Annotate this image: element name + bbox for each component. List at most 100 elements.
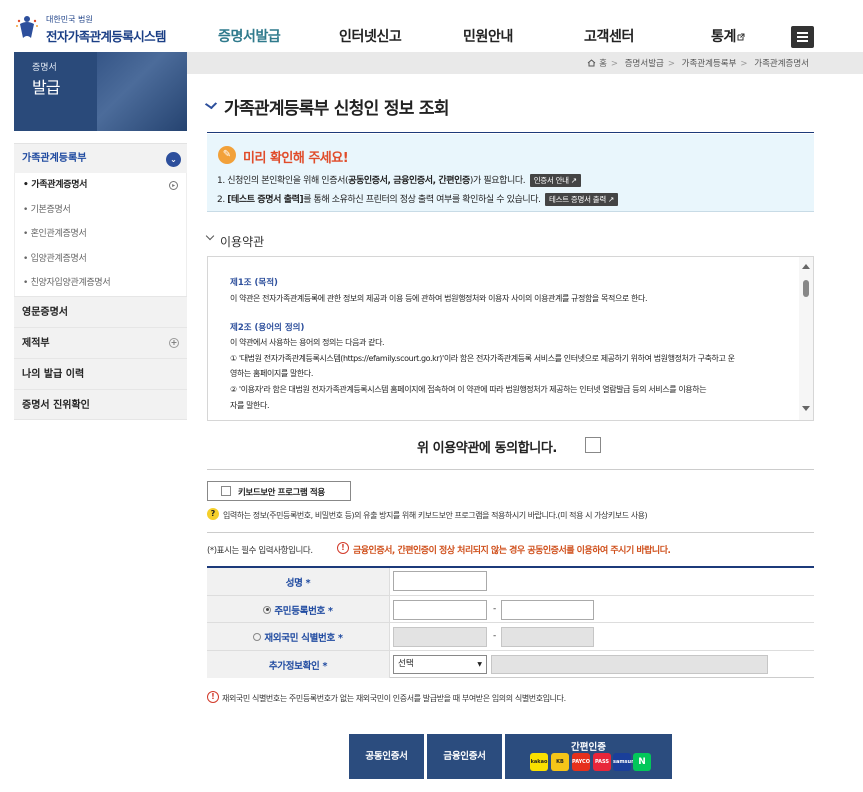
form-label-cell: 성명 *: [207, 568, 390, 595]
nav-internet-report[interactable]: 인터넷신고: [339, 26, 402, 46]
sidebar-item-label: 입양관계증명서: [30, 253, 87, 264]
breadcrumb-certificate[interactable]: 증명서발급: [625, 59, 664, 69]
terms-article2-title: 제2조 (용어의 정의): [230, 323, 305, 333]
payco-icon: PAYCO: [572, 753, 590, 771]
divider: [207, 469, 814, 470]
court-logo-icon: [16, 16, 38, 38]
title-divider: [207, 132, 814, 133]
menu-button[interactable]: [791, 26, 814, 48]
hamburger-icon: [797, 32, 808, 34]
hamburger-icon-bar: [797, 40, 808, 42]
required-star: *: [305, 578, 311, 589]
scroll-down-icon[interactable]: [802, 406, 810, 411]
foreign-id-back-input: [501, 627, 594, 647]
extra-info-input: [491, 654, 768, 674]
banner-texture: [97, 52, 187, 131]
sidebar-group-family-register[interactable]: 가족관계등록부 ⌄: [14, 143, 187, 173]
rrn-radio[interactable]: [263, 605, 272, 614]
agree-checkbox[interactable]: [585, 437, 601, 453]
sidebar-item-family-relation[interactable]: • 가족관계증명서 ▸: [15, 173, 186, 198]
sidebar-item-removed-register[interactable]: 제적부 +: [14, 326, 187, 358]
naver-icon: N: [633, 753, 651, 771]
sidebar-item-label: 증명서 진위확인: [22, 399, 90, 411]
divider: [207, 532, 814, 533]
test-print-label: 테스트 증명서 출력: [549, 195, 606, 204]
pass-icon: PASS: [593, 753, 611, 771]
form-row-foreign-id: 재외국민 식별번호 * -: [207, 623, 814, 651]
sidebar-item-english[interactable]: 영문증명서: [14, 295, 187, 327]
kakao-icon: kakao: [530, 753, 548, 771]
section-marker-icon: [205, 231, 215, 241]
extra-info-select-value: 선택: [398, 658, 414, 669]
form-label-cell: 재외국민 식별번호 *: [207, 623, 390, 650]
foreign-id-note: 재외국민 식별번호는 주민등록번호가 없는 재외국민이 인증서를 발급받을 때 …: [222, 694, 566, 703]
banner-line1: 증명서: [32, 63, 57, 73]
title-marker-icon: [204, 98, 218, 110]
joint-certificate-button[interactable]: 공동인증서: [349, 734, 424, 779]
scroll-thumb[interactable]: [803, 280, 809, 297]
dash-separator: -: [493, 631, 497, 641]
nav-statistics[interactable]: 통계: [711, 26, 745, 46]
form-row-name: 성명 *: [207, 568, 814, 596]
agree-label: 위 이용약관에 동의합니다.: [417, 441, 557, 456]
page-title: 가족관계등록부 신청인 정보 조회: [224, 99, 450, 119]
megaphone-icon: ✎: [218, 146, 236, 164]
site-logo[interactable]: 대한민국 법원 전자가족관계등록시스템: [14, 12, 184, 44]
terms-heading: 이용약관: [220, 235, 265, 249]
sidebar-item-verify[interactable]: 증명서 진위확인: [14, 388, 187, 420]
keyboard-security-checkbox[interactable]: [221, 486, 231, 496]
rrn-front-input[interactable]: [393, 599, 487, 620]
financial-certificate-button[interactable]: 금융인증서: [427, 734, 502, 779]
terms-line: 자를 말한다.: [230, 401, 270, 410]
sidebar-item-label: 혼인관계증명서: [30, 229, 87, 239]
foreign-id-radio[interactable]: [253, 633, 262, 641]
extra-info-select[interactable]: 선택 ▼: [393, 654, 487, 674]
sidebar-item-basic[interactable]: • 기본증명서: [15, 198, 186, 223]
banner-line2: 발급: [32, 78, 60, 97]
nav-statistics-label: 통계: [711, 29, 736, 45]
keyboard-security-label: 키보드보안 프로그램 적용: [238, 488, 325, 498]
sidebar-item-marriage[interactable]: • 혼인관계증명서: [15, 222, 186, 247]
arrow-right-icon: ▸: [169, 181, 178, 190]
sidebar-item-adoption[interactable]: • 입양관계증명서: [15, 247, 186, 272]
sidebar-item-my-history[interactable]: 나의 발급 이력: [14, 357, 187, 389]
simple-auth-button[interactable]: 간편인증 kakao KB PAYCO PASS samsung N: [505, 734, 672, 779]
site-header: 대한민국 법원 전자가족관계등록시스템 증명서발급 인터넷신고 민원안내 고객센…: [0, 0, 863, 52]
notice-box: ✎ 미리 확인해 주세요! 1. 신청인의 본인확인을 위해 인증서(공동인증서…: [207, 134, 814, 212]
keyboard-security-button[interactable]: 키보드보안 프로그램 적용: [207, 481, 351, 501]
terms-line: 이 약관에서 사용하는 용어의 정의는 다음과 같다.: [230, 338, 385, 347]
nav-customer-center[interactable]: 고객센터: [584, 26, 634, 46]
required-star: *: [337, 633, 343, 644]
keyboard-security-note: 입력하는 정보(주민등록번호, 비밀번호 등)의 유출 방지를 위해 키보드보안…: [223, 511, 648, 520]
breadcrumb-family-register[interactable]: 가족관계등록부: [682, 59, 737, 69]
terms-scrollbox[interactable]: 제1조 (목적) 이 약관은 전자가족관계등록에 관한 정보의 제공과 이용 등…: [207, 256, 814, 421]
terms-article1-text: 이 약관은 전자가족관계등록에 관한 정보의 제공과 이용 등에 관하여 법원행…: [230, 294, 648, 303]
breadcrumb-home[interactable]: 홈: [599, 59, 607, 69]
rrn-back-input[interactable]: [501, 599, 594, 620]
sidebar-nav: 가족관계등록부 ⌄ • 가족관계증명서 ▸ • 기본증명서 • 혼인관계증명서 …: [14, 143, 187, 420]
logo-title: 전자가족관계등록시스템: [46, 29, 167, 44]
sidebar-item-label: 기본증명서: [30, 204, 71, 215]
auth-warning: 금융인증서, 간편인증이 정상 처리되지 않는 경우 공동인증서를 이용하여 주…: [353, 546, 671, 556]
certificate-guide-button[interactable]: 인증서 안내 ↗: [529, 174, 581, 187]
nav-certificate[interactable]: 증명서발급: [218, 26, 281, 46]
sidebar-item-label: 가족관계증명서: [31, 180, 88, 190]
sidebar-item-full-adoption[interactable]: • 친양자입양관계증명서: [15, 271, 186, 296]
sidebar-item-label: 제적부: [22, 337, 50, 349]
certificate-guide-label: 인증서 안내: [533, 176, 569, 185]
notice-line1-prefix: 1. 신청인의 본인확인을 위해 인증서(: [217, 176, 349, 186]
name-label: 성명: [285, 578, 303, 589]
notice-line-1: 1. 신청인의 본인확인을 위해 인증서(공동인증서, 금융인증서, 간편인증)…: [217, 173, 581, 187]
home-icon: [588, 59, 596, 67]
extra-info-label: 추가정보확인: [268, 660, 320, 672]
question-icon: ?: [207, 508, 219, 520]
foreign-id-front-input: [393, 627, 487, 647]
test-print-button[interactable]: 테스트 증명서 출력 ↗: [545, 193, 619, 206]
scroll-up-icon[interactable]: [802, 264, 810, 269]
nav-guide[interactable]: 민원안내: [463, 26, 513, 46]
sidebar-banner: 증명서 발급: [14, 52, 187, 131]
required-note: (*)표시는 필수 입력사항입니다.: [207, 546, 313, 556]
terms-scrollbar[interactable]: [799, 257, 813, 420]
name-input[interactable]: [393, 571, 487, 591]
sidebar-item-label: 나의 발급 이력: [22, 368, 85, 380]
